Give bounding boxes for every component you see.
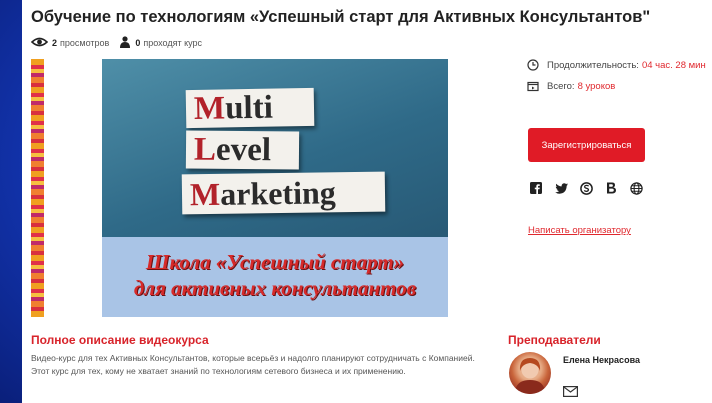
- lessons-label: Всего:: [547, 80, 575, 92]
- teacher-name[interactable]: Елена Некрасова: [563, 355, 640, 365]
- mail-icon[interactable]: [563, 386, 578, 397]
- person-icon: [119, 36, 131, 50]
- lessons-value: 8 уроков: [577, 80, 616, 92]
- facebook-icon[interactable]: [529, 181, 543, 195]
- vk-icon[interactable]: [604, 181, 618, 195]
- clock-icon: [527, 59, 539, 71]
- twitter-icon[interactable]: [554, 181, 568, 195]
- social-links: [529, 181, 643, 195]
- register-button[interactable]: Зарегистрироваться: [528, 128, 645, 162]
- students-label: проходят курс: [143, 38, 203, 48]
- teachers-heading: Преподаватели: [508, 333, 601, 347]
- teacher-avatar[interactable]: [509, 352, 551, 394]
- cover-word-level: Level: [185, 130, 300, 170]
- write-organizer-link[interactable]: Написать организатору: [528, 225, 631, 236]
- description-heading: Полное описание видеокурса: [31, 333, 209, 347]
- views-count: 2: [52, 38, 58, 48]
- duration-value: 04 час. 28 мин: [641, 59, 706, 71]
- course-cover-image: Multi Level Marketing Школа «Успешный ст…: [102, 59, 448, 317]
- description-text: Видео-курс для тех Активных Консультанто…: [31, 353, 475, 376]
- decorative-stripe: [31, 59, 44, 317]
- views-label: просмотров: [60, 38, 110, 48]
- page-title: Обучение по технологиям «Успешный старт …: [31, 8, 651, 26]
- eye-icon: [30, 37, 49, 49]
- cover-banner-line1: Школа «Успешный старт»: [145, 250, 405, 274]
- lessons-icon: [527, 81, 539, 92]
- course-page: Обучение по технологиям «Успешный старт …: [22, 0, 712, 403]
- globe-icon[interactable]: [629, 181, 643, 195]
- duration-label: Продолжительность:: [547, 59, 639, 71]
- lessons-row: Всего: 8 уроков: [527, 79, 707, 93]
- cover-banner-line2: для активных консультантов: [133, 276, 417, 300]
- cover-word-multi: Multi: [185, 87, 315, 129]
- cover-word-marketing: Marketing: [181, 171, 386, 215]
- duration-row: Продолжительность: 04 час. 28 мин: [527, 58, 707, 72]
- students-count: 0: [135, 38, 141, 48]
- course-info-sidebar: Продолжительность: 04 час. 28 мин Всего:…: [527, 58, 707, 100]
- skype-icon[interactable]: [579, 181, 593, 195]
- cover-banner: Школа «Успешный старт» для активных конс…: [102, 237, 448, 317]
- course-stats: 2 просмотров 0 проходят курс: [30, 36, 203, 50]
